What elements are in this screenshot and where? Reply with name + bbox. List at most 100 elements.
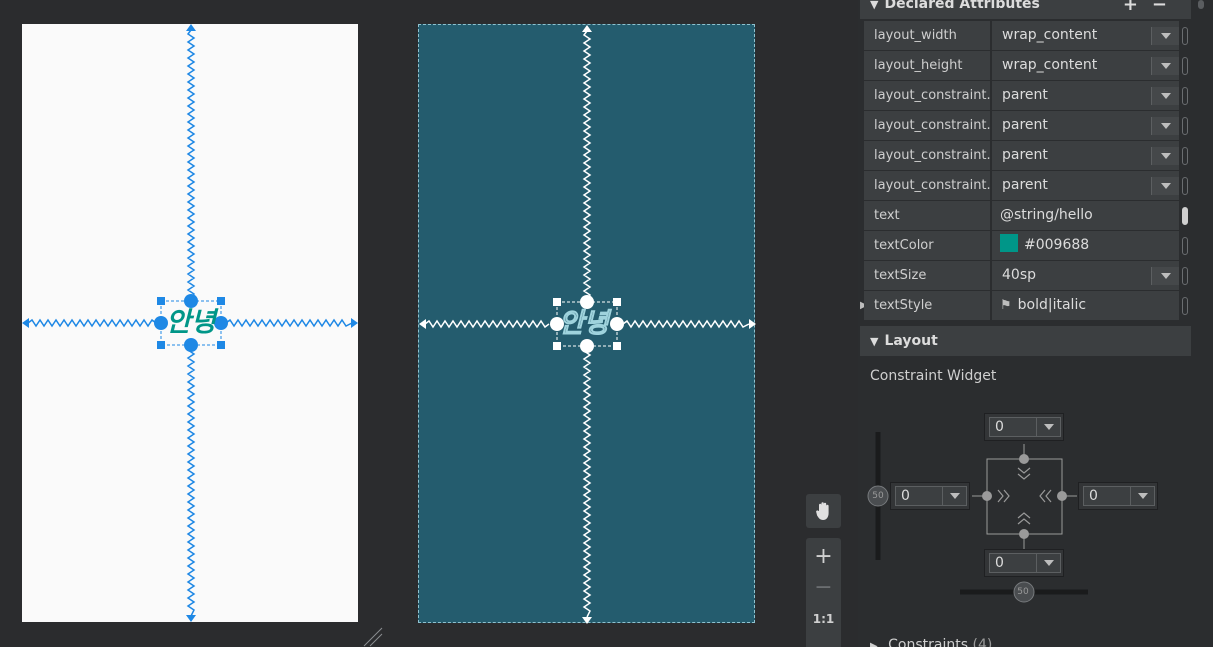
design-surface[interactable]: 안녕 xyxy=(22,24,358,622)
top-constraint-spring xyxy=(186,29,196,301)
resource-picker-icon[interactable] xyxy=(1182,177,1188,195)
resource-picker-icon[interactable] xyxy=(1182,57,1188,75)
resize-grip-icon[interactable] xyxy=(362,626,386,647)
design-canvas[interactable]: 안녕 안녕 + − 1:1 xyxy=(0,0,858,647)
attr-value[interactable]: parent xyxy=(992,81,1179,110)
resource-picker-icon[interactable] xyxy=(1182,237,1188,255)
zoom-actual-size-button[interactable]: 1:1 xyxy=(806,604,841,634)
remove-attribute-button[interactable]: − xyxy=(1152,0,1181,15)
right-constraint-arrow xyxy=(351,318,358,328)
anchor-right[interactable] xyxy=(214,316,228,330)
declared-attributes-header[interactable]: ▼ Declared Attributes +− xyxy=(860,0,1191,19)
attr-row[interactable]: layout_height wrap_content xyxy=(864,51,1191,81)
blueprint-textview-hello[interactable]: 안녕 xyxy=(559,310,610,338)
resize-handle-tl[interactable] xyxy=(157,297,165,305)
dropdown-icon[interactable] xyxy=(1036,418,1060,436)
attr-value[interactable]: wrap_content xyxy=(992,21,1179,50)
bp-top-constraint-arrow xyxy=(582,25,592,32)
resize-handle-br[interactable] xyxy=(217,341,225,349)
attr-row[interactable]: layout_constraint... parent xyxy=(864,81,1191,111)
attr-name: layout_constraint... xyxy=(864,171,990,200)
attr-value[interactable]: 40sp xyxy=(992,261,1179,290)
attr-row[interactable]: layout_constraint... parent xyxy=(864,111,1191,141)
blueprint-surface[interactable]: 안녕 xyxy=(418,24,756,624)
zoom-in-button[interactable]: + xyxy=(806,540,841,572)
attr-row[interactable]: textColor #009688 xyxy=(864,231,1191,261)
margin-bottom-select[interactable]: 0 xyxy=(989,553,1061,573)
bottom-constraint-arrow xyxy=(186,615,196,622)
anchor-top[interactable] xyxy=(184,294,198,308)
pan-button[interactable] xyxy=(806,494,841,528)
attr-row[interactable]: ▶ textStyle ⚑bold|italic xyxy=(860,291,1191,321)
attr-value[interactable]: parent xyxy=(992,111,1179,140)
constraints-section-header[interactable]: ▶ Constraints (4) xyxy=(870,637,992,647)
dropdown-icon[interactable] xyxy=(1151,57,1179,75)
resource-picker-icon[interactable] xyxy=(1182,87,1188,105)
attr-row[interactable]: text @string/hello xyxy=(864,201,1191,231)
resize-handle-tr[interactable] xyxy=(217,297,225,305)
wrap-content-right-icon[interactable] xyxy=(1045,489,1052,503)
bp-anchor-right[interactable] xyxy=(610,317,624,331)
bp-resize-handle-br[interactable] xyxy=(613,342,621,350)
collapse-triangle-icon: ▼ xyxy=(870,0,879,11)
margin-left-box: 0 xyxy=(890,482,970,510)
resource-picker-icon[interactable] xyxy=(1182,297,1188,315)
add-attribute-button[interactable]: + xyxy=(1123,0,1152,15)
attr-value[interactable]: wrap_content xyxy=(992,51,1179,80)
attr-row[interactable]: layout_constraint... parent xyxy=(864,171,1191,201)
widget-anchor-left[interactable] xyxy=(982,491,992,501)
attr-name: layout_constraint... xyxy=(864,111,990,140)
attr-row[interactable]: layout_constraint... parent xyxy=(864,141,1191,171)
widget-anchor-bottom[interactable] xyxy=(1019,529,1029,539)
attr-row[interactable]: textSize 40sp xyxy=(864,261,1191,291)
attr-name: layout_constraint... xyxy=(864,141,990,170)
dropdown-icon[interactable] xyxy=(1151,177,1179,195)
flag-icon: ⚑ xyxy=(1000,298,1012,313)
right-constraint-spring xyxy=(225,318,353,328)
resource-picker-icon[interactable] xyxy=(1182,117,1188,135)
resource-picker-icon[interactable] xyxy=(1182,27,1188,45)
wrap-content-bottom-icon[interactable] xyxy=(1017,512,1031,519)
color-swatch[interactable] xyxy=(1000,234,1018,252)
bp-anchor-top[interactable] xyxy=(580,295,594,309)
margin-top-select[interactable]: 0 xyxy=(989,417,1061,437)
collapse-triangle-icon: ▼ xyxy=(870,334,879,348)
bp-resize-handle-bl[interactable] xyxy=(553,342,561,350)
textview-hello[interactable]: 안녕 xyxy=(166,309,216,336)
attr-value[interactable]: ⚑ bold|italic xyxy=(992,291,1179,320)
margin-left-select[interactable]: 0 xyxy=(895,486,967,506)
attr-row[interactable]: layout_width wrap_content xyxy=(864,21,1191,51)
dropdown-icon[interactable] xyxy=(1151,147,1179,165)
dropdown-icon[interactable] xyxy=(1151,87,1179,105)
dropdown-icon[interactable] xyxy=(942,487,966,505)
resize-handle-bl[interactable] xyxy=(157,341,165,349)
panel-scrollbar[interactable] xyxy=(1198,0,1204,9)
bp-resize-handle-tl[interactable] xyxy=(553,298,561,306)
margin-top-box: 0 xyxy=(984,413,1064,441)
dropdown-icon[interactable] xyxy=(1151,267,1179,285)
wrap-content-left-icon[interactable] xyxy=(997,489,1004,503)
anchor-bottom[interactable] xyxy=(184,338,198,352)
bp-anchor-bottom[interactable] xyxy=(580,339,594,353)
zoom-out-button[interactable]: − xyxy=(806,572,841,602)
attr-name: textStyle xyxy=(864,291,990,320)
resource-picker-icon[interactable] xyxy=(1182,207,1188,225)
attr-value[interactable]: parent xyxy=(992,141,1179,170)
attr-value[interactable]: #009688 xyxy=(992,231,1179,260)
wrap-content-top-icon[interactable] xyxy=(1017,467,1031,474)
resource-picker-icon[interactable] xyxy=(1182,147,1188,165)
resource-picker-icon[interactable] xyxy=(1182,267,1188,285)
attr-value[interactable]: parent xyxy=(992,171,1179,200)
dropdown-icon[interactable] xyxy=(1151,27,1179,45)
dropdown-icon[interactable] xyxy=(1036,554,1060,572)
dropdown-icon[interactable] xyxy=(1130,487,1154,505)
attr-value[interactable]: @string/hello xyxy=(992,201,1179,230)
layout-section-header[interactable]: ▼ Layout xyxy=(860,326,1191,356)
hand-icon xyxy=(815,502,829,520)
widget-anchor-right[interactable] xyxy=(1057,491,1067,501)
margin-right-select[interactable]: 0 xyxy=(1083,486,1155,506)
attr-name: text xyxy=(864,201,990,230)
bp-resize-handle-tr[interactable] xyxy=(613,298,621,306)
widget-anchor-top[interactable] xyxy=(1019,454,1029,464)
dropdown-icon[interactable] xyxy=(1151,117,1179,135)
